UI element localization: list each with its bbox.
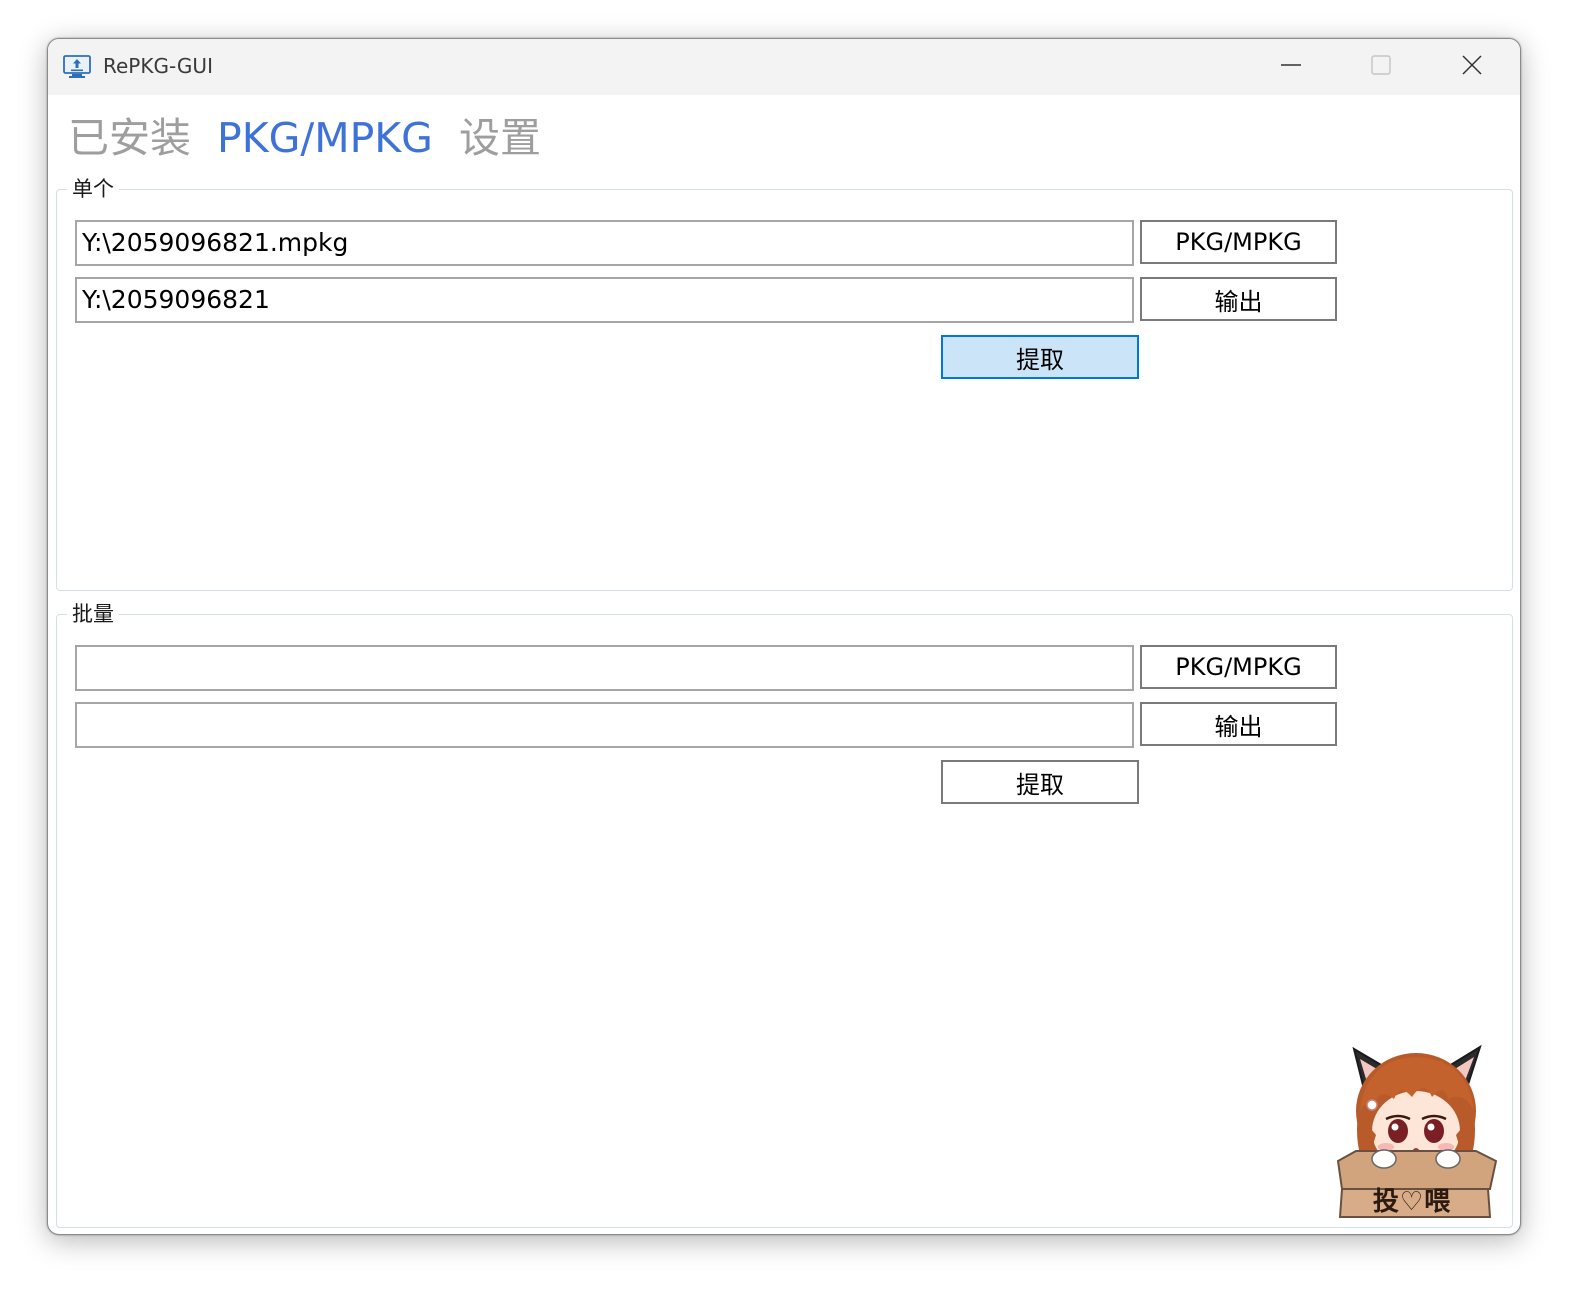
batch-extract-button[interactable]: 提取 bbox=[941, 760, 1139, 804]
batch-pkg-browse-button[interactable]: PKG/MPKG bbox=[1140, 645, 1337, 689]
minimize-button[interactable] bbox=[1247, 39, 1335, 95]
feed-label: 投♡喂 bbox=[1372, 1187, 1452, 1217]
single-output-browse-button[interactable]: 输出 bbox=[1140, 277, 1337, 321]
close-icon bbox=[1461, 54, 1483, 80]
close-button[interactable] bbox=[1428, 39, 1516, 95]
title-bar[interactable]: RePKG-GUI bbox=[48, 39, 1520, 95]
feed-mascot-button[interactable]: 投♡喂 bbox=[1336, 1039, 1498, 1225]
single-extract-button[interactable]: 提取 bbox=[941, 335, 1139, 379]
single-output-path-field[interactable]: Y:\2059096821 bbox=[75, 277, 1134, 323]
tab-bar: 已安装 PKG/MPKG 设置 bbox=[68, 109, 567, 163]
window-title: RePKG-GUI bbox=[103, 54, 213, 78]
maximize-button[interactable] bbox=[1337, 39, 1425, 95]
single-input-path-field[interactable]: Y:\2059096821.mpkg bbox=[75, 220, 1134, 266]
batch-output-path-field[interactable] bbox=[75, 702, 1134, 748]
minimize-icon bbox=[1280, 54, 1302, 80]
tab-installed[interactable]: 已安装 bbox=[68, 113, 191, 163]
single-group-legend: 单个 bbox=[67, 175, 119, 203]
single-pkg-browse-button[interactable]: PKG/MPKG bbox=[1140, 220, 1337, 264]
batch-input-path-field[interactable] bbox=[75, 645, 1134, 691]
batch-group: 批量 PKG/MPKG 输出 提取 bbox=[56, 600, 1513, 1228]
batch-output-browse-button[interactable]: 输出 bbox=[1140, 702, 1337, 746]
app-window: RePKG-GUI 已安装 PKG/MPKG 设置 单个 Y:\20590968… bbox=[47, 38, 1521, 1235]
maximize-icon bbox=[1370, 54, 1392, 80]
single-group: 单个 Y:\2059096821.mpkg PKG/MPKG Y:\205909… bbox=[56, 175, 1513, 591]
monitor-upload-icon bbox=[63, 55, 91, 79]
tab-pkg-mpkg[interactable]: PKG/MPKG bbox=[217, 113, 433, 163]
tab-settings[interactable]: 设置 bbox=[459, 113, 541, 163]
batch-group-legend: 批量 bbox=[67, 600, 119, 628]
